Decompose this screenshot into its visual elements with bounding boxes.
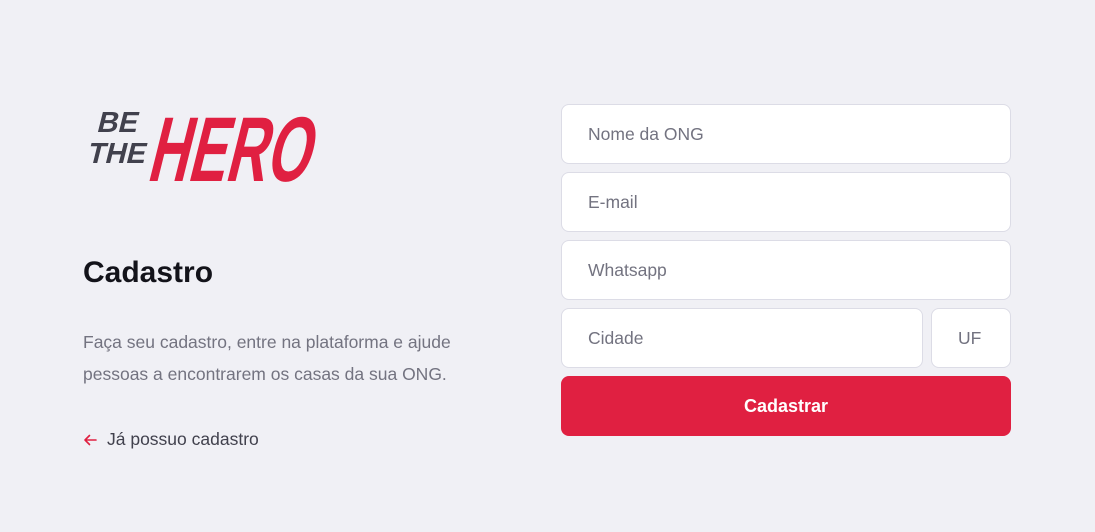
uf-field (931, 308, 1011, 368)
page-title: Cadastro (83, 256, 214, 289)
page-description: Faça seu cadastro, entre na plataforma e… (83, 332, 451, 384)
email-field (561, 172, 1011, 232)
uf-input[interactable] (956, 326, 986, 350)
svg-text:HERO: HERO (141, 97, 329, 188)
whatsapp-field (561, 240, 1011, 300)
back-link-label: Já possuo cadastro (107, 429, 259, 449)
ong-name-field (561, 104, 1011, 164)
ong-name-input[interactable] (586, 122, 986, 146)
be-the-hero-logo: BE THE HERO (85, 97, 329, 188)
register-button[interactable]: Cadastrar (561, 376, 1011, 436)
city-field (561, 308, 923, 368)
whatsapp-input[interactable] (586, 258, 986, 282)
back-to-login-link[interactable]: Já possuo cadastro (83, 429, 259, 450)
city-input[interactable] (586, 326, 898, 350)
registration-intro: BE THE HERO Cadastro Faça seu cadastro, … (83, 80, 503, 449)
arrow-left-icon (83, 433, 97, 447)
email-input[interactable] (586, 190, 986, 214)
svg-text:THE: THE (85, 137, 151, 169)
svg-text:BE: BE (94, 106, 142, 138)
